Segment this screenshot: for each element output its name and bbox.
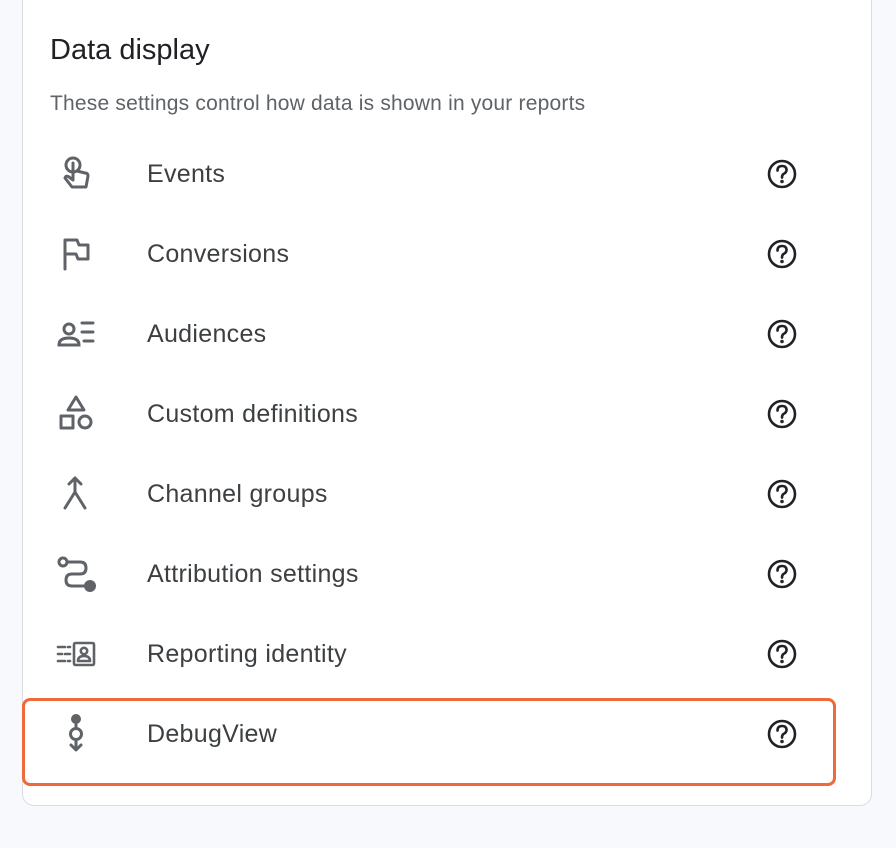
list-item-events[interactable]: Events bbox=[24, 134, 838, 214]
settings-list: Events Conversions Audiences Custom defi… bbox=[22, 134, 838, 786]
flag-icon bbox=[54, 232, 98, 276]
list-item-conversions[interactable]: Conversions bbox=[24, 214, 838, 294]
section-title: Data display bbox=[50, 34, 210, 66]
item-label: Attribution settings bbox=[147, 560, 359, 588]
help-icon[interactable] bbox=[766, 638, 798, 670]
list-item-channel-groups[interactable]: Channel groups bbox=[24, 454, 838, 534]
help-icon[interactable] bbox=[766, 238, 798, 270]
item-label: Conversions bbox=[147, 240, 290, 268]
item-label: Audiences bbox=[147, 320, 267, 348]
list-item-audiences[interactable]: Audiences bbox=[24, 294, 838, 374]
help-icon[interactable] bbox=[766, 718, 798, 750]
merge-arrow-icon bbox=[54, 472, 98, 516]
identity-badge-icon bbox=[54, 632, 98, 676]
item-label: Reporting identity bbox=[147, 640, 347, 668]
shapes-icon bbox=[54, 392, 98, 436]
route-icon bbox=[54, 552, 98, 596]
item-label: Events bbox=[147, 160, 226, 188]
item-label: Channel groups bbox=[147, 480, 328, 508]
list-item-debugview[interactable]: DebugView bbox=[22, 694, 838, 786]
section-subtitle: These settings control how data is shown… bbox=[50, 92, 586, 115]
help-icon[interactable] bbox=[766, 398, 798, 430]
list-item-reporting-identity[interactable]: Reporting identity bbox=[24, 614, 838, 694]
debug-timeline-icon bbox=[54, 712, 98, 756]
help-icon[interactable] bbox=[766, 318, 798, 350]
audience-list-icon bbox=[54, 312, 98, 356]
help-icon[interactable] bbox=[766, 158, 798, 190]
item-label: DebugView bbox=[147, 720, 278, 748]
touch-icon bbox=[54, 152, 98, 196]
help-icon[interactable] bbox=[766, 558, 798, 590]
list-item-custom-definitions[interactable]: Custom definitions bbox=[24, 374, 838, 454]
list-item-attribution-settings[interactable]: Attribution settings bbox=[24, 534, 838, 614]
item-label: Custom definitions bbox=[147, 400, 359, 428]
help-icon[interactable] bbox=[766, 478, 798, 510]
